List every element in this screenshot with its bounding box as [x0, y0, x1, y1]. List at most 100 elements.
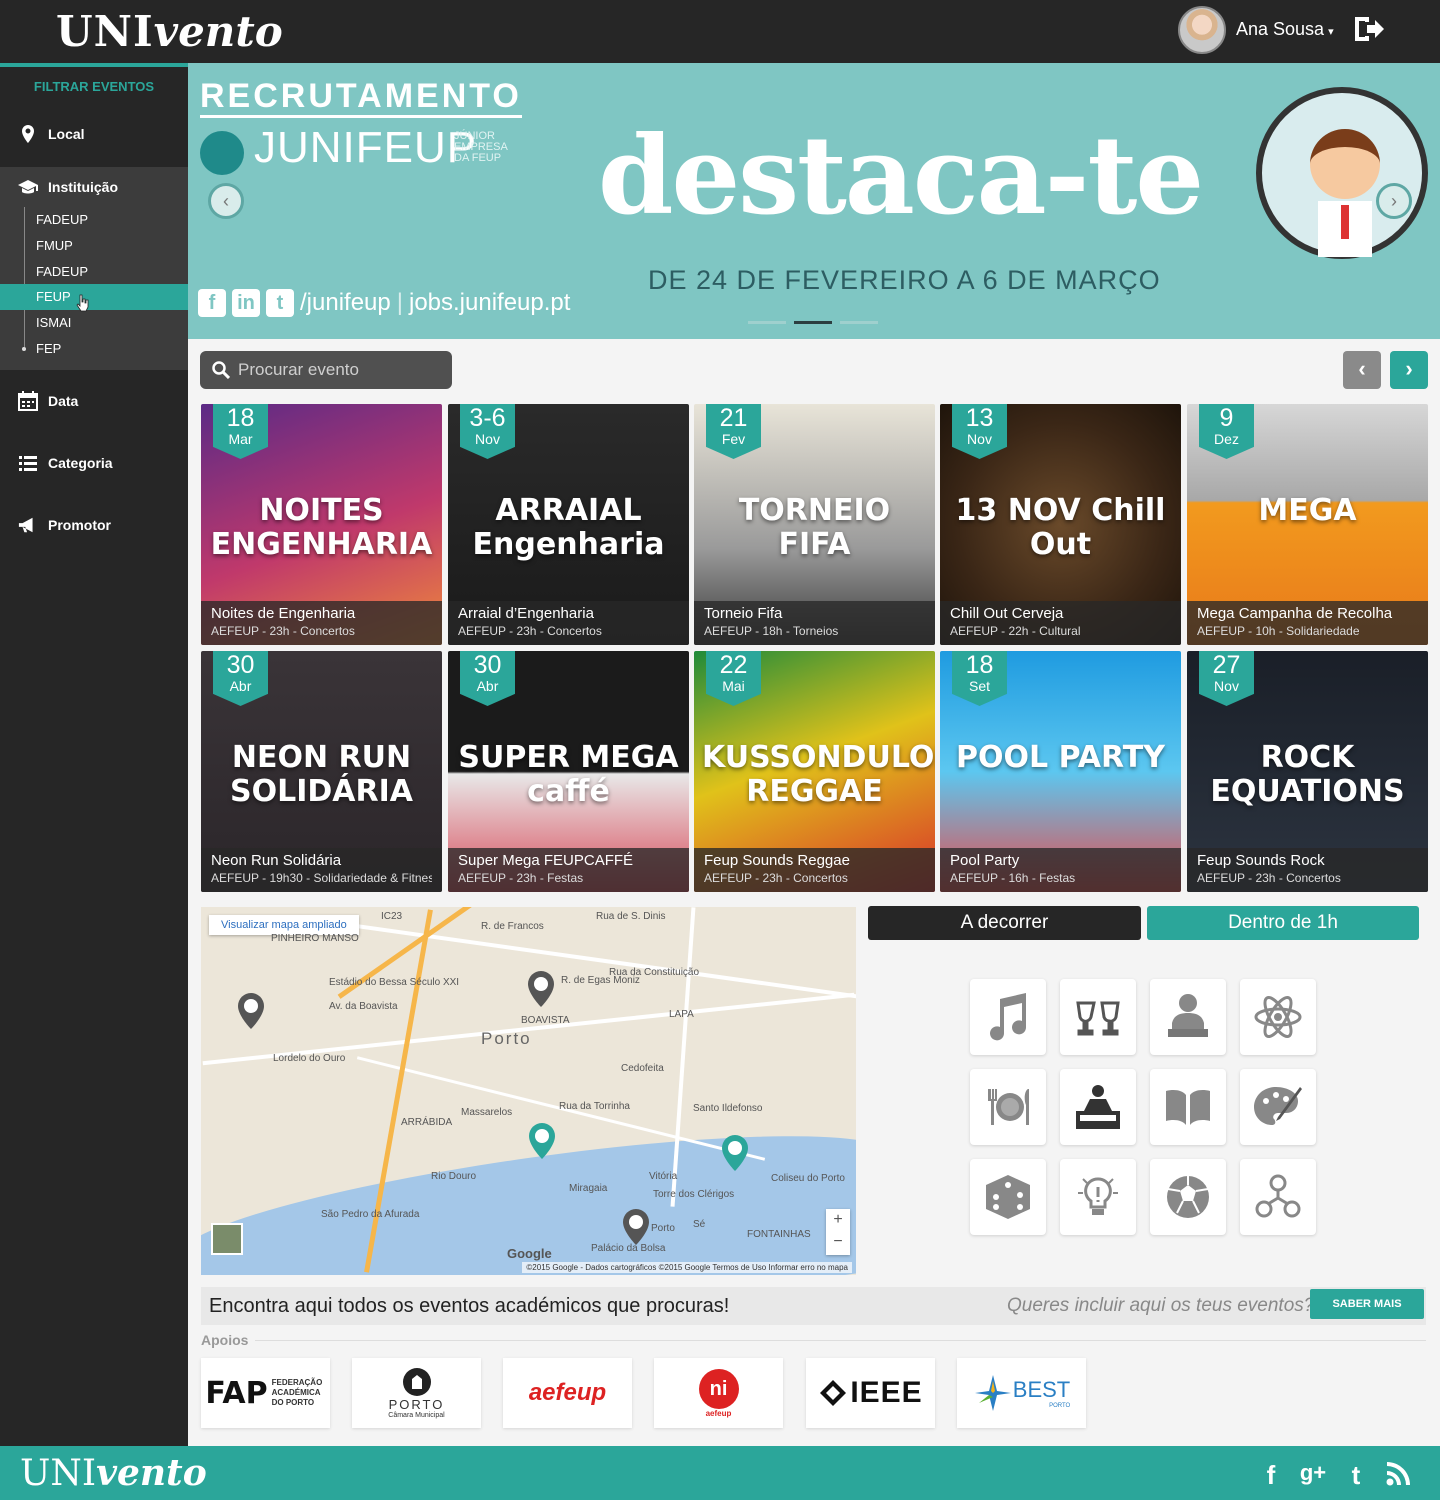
event-title: Super Mega FEUPCAFFÉ: [458, 852, 634, 869]
zoom-out-button[interactable]: −: [826, 1231, 850, 1253]
sidebar-item-label: Promotor: [48, 516, 111, 533]
category-conference[interactable]: [1150, 979, 1226, 1055]
event-card[interactable]: 13 NOV Chill Out 13 Nov Chill Out Cerveja AE…: [940, 404, 1181, 645]
category-art[interactable]: [1240, 1069, 1316, 1145]
sidebar-item-promotor[interactable]: Promotor: [0, 494, 188, 556]
tab-within-hour[interactable]: Dentro de 1h: [1147, 906, 1419, 940]
brand-logo[interactable]: UNIvento: [56, 8, 283, 56]
facebook-icon[interactable]: f: [1256, 1460, 1286, 1491]
institution-item-fadeup-2[interactable]: FADEUP: [0, 259, 188, 285]
chevron-down-icon: ▾: [1328, 26, 1334, 38]
banner-next-button[interactable]: ›: [1376, 183, 1412, 219]
ieee-diamond-icon: [820, 1380, 847, 1406]
sidebar-item-label: Data: [48, 392, 79, 409]
event-poster-title: TORNEIO FIFA: [738, 493, 891, 562]
google-plus-icon[interactable]: g+: [1298, 1460, 1328, 1486]
category-science[interactable]: [1240, 979, 1316, 1055]
institution-item-feup[interactable]: FEUP: [0, 284, 188, 312]
map-pin[interactable]: [237, 993, 265, 1029]
banner-dot-1[interactable]: [748, 321, 786, 324]
banner-pagination: [748, 321, 878, 324]
map-pin[interactable]: [721, 1135, 749, 1171]
event-meta: AEFEUP - 19h30 - Solidariedade & Fitness: [211, 871, 432, 885]
map-enlarge-link[interactable]: Visualizar mapa ampliado: [209, 915, 359, 935]
event-meta: AEFEUP - 23h - Concertos: [211, 624, 355, 638]
category-drinks[interactable]: [1060, 979, 1136, 1055]
user-menu[interactable]: Ana Sousa ▾: [1236, 19, 1334, 40]
event-month: Nov: [475, 431, 500, 447]
sidebar-item-local[interactable]: Local: [0, 103, 188, 165]
search-input[interactable]: [238, 360, 438, 380]
avatar[interactable]: [1178, 6, 1226, 54]
twitter-icon: t: [266, 289, 294, 317]
institution-item-fadeup[interactable]: FADEUP: [0, 207, 188, 233]
category-ideas[interactable]: [1060, 1159, 1136, 1235]
satellite-toggle[interactable]: [211, 1223, 243, 1255]
twitter-icon[interactable]: t: [1341, 1460, 1371, 1491]
map-zoom-control[interactable]: + −: [826, 1209, 850, 1255]
category-food[interactable]: [970, 1069, 1046, 1145]
event-card[interactable]: NOITES ENGENHARIA 18 Mar Noites de Engenhar…: [201, 404, 442, 645]
facebook-icon: f: [198, 289, 226, 317]
rss-icon[interactable]: [1386, 1460, 1412, 1486]
event-month: Dez: [1214, 431, 1239, 447]
event-card[interactable]: NEON RUN SOLIDÁRIA 30 Abr Neon Run Solidári…: [201, 651, 442, 892]
map-label: Rio Douro: [431, 1171, 477, 1182]
banner-dot-3[interactable]: [840, 321, 878, 324]
sponsor-aefeup[interactable]: aefeup: [503, 1358, 632, 1428]
sidebar-item-data[interactable]: Data: [0, 370, 188, 432]
event-card[interactable]: SUPER MEGA caffé 30 Abr Super Mega FEUPCAFF…: [448, 651, 689, 892]
sidebar-item-instituicao[interactable]: Instituição: [0, 167, 188, 207]
learn-more-button[interactable]: SABER MAIS: [1310, 1289, 1424, 1319]
event-poster-title: NOITES ENGENHARIA: [210, 493, 433, 562]
event-meta: AEFEUP - 16h - Festas: [950, 871, 1076, 885]
institution-item-fep[interactable]: FEP: [0, 336, 188, 362]
brand-uni: UNI: [56, 7, 154, 56]
category-music[interactable]: [970, 979, 1046, 1055]
logout-icon[interactable]: [1351, 14, 1385, 44]
event-card[interactable]: MEGA 9 Dez Mega Campanha de Recolha AEFEUP -…: [1187, 404, 1428, 645]
event-card[interactable]: TORNEIO FIFA 21 Fev Torneio Fifa AEFEUP - 18…: [694, 404, 935, 645]
map-pin[interactable]: [622, 1209, 650, 1245]
events-prev-button[interactable]: ‹: [1343, 351, 1381, 389]
ideas-icon: [1078, 1177, 1118, 1215]
megaphone-icon: [18, 517, 33, 533]
event-card[interactable]: ARRAIAL Engenharia 3-6 Nov Arraial d’Engenh…: [448, 404, 689, 645]
event-card[interactable]: ROCK EQUATIONS 27 Nov Feup Sounds Rock AEFEU…: [1187, 651, 1428, 892]
category-games[interactable]: [970, 1159, 1046, 1235]
category-sports[interactable]: [1150, 1159, 1226, 1235]
event-month: Nov: [1214, 678, 1239, 694]
event-card[interactable]: POOL PARTY 18 Set Pool Party AEFEUP - 16h - …: [940, 651, 1181, 892]
footer-brand-logo[interactable]: UNIvento: [20, 1452, 207, 1494]
institution-item-fmup[interactable]: FMUP: [0, 233, 188, 259]
sidebar-item-categoria[interactable]: Categoria: [0, 432, 188, 494]
sponsor-porto[interactable]: PORTO Câmara Municipal: [352, 1358, 481, 1428]
sponsor-porto-name: PORTO: [388, 1397, 445, 1412]
category-network[interactable]: [1240, 1159, 1316, 1235]
tab-ongoing[interactable]: A decorrer: [868, 906, 1141, 940]
sponsor-porto-sub: Câmara Municipal: [388, 1412, 445, 1419]
map-city-label: Porto: [481, 1029, 532, 1048]
map-label: ARRÁBIDA: [401, 1117, 453, 1128]
institution-item-ismai[interactable]: ISMAI: [0, 310, 188, 336]
category-dj[interactable]: [1060, 1069, 1136, 1145]
sponsor-ieee[interactable]: IEEE: [806, 1358, 935, 1428]
event-day: 13: [965, 404, 994, 432]
featured-banner[interactable]: RECRUTAMENTO JUNIFEUP JÚNIOR EMPRESA DA …: [188, 63, 1440, 339]
sponsor-best[interactable]: BEST PORTO: [957, 1358, 1086, 1428]
sponsor-fap[interactable]: FAP FEDERAÇÃO ACADÉMICA DO PORTO: [201, 1358, 330, 1428]
sponsor-ni-aefeup[interactable]: ni aefeup: [654, 1358, 783, 1428]
banner-prev-button[interactable]: ‹: [208, 183, 244, 219]
footer-brand-uni: UNI: [20, 1453, 97, 1494]
event-card[interactable]: KUSSONDULOLA REGGAE 22Mai Feup Sounds Regg…: [694, 651, 935, 892]
institution-label: FEP: [36, 340, 62, 356]
zoom-in-button[interactable]: +: [826, 1209, 850, 1231]
category-books[interactable]: [1150, 1069, 1226, 1145]
map-pin[interactable]: [528, 1123, 556, 1159]
list-icon: [19, 455, 37, 471]
banner-dot-2[interactable]: [794, 321, 832, 324]
events-map[interactable]: Visualizar mapa ampliado Porto R. de Fra…: [201, 907, 856, 1275]
events-next-button[interactable]: ›: [1390, 351, 1428, 389]
map-pin[interactable]: [527, 971, 555, 1007]
porto-emblem-icon: [402, 1368, 431, 1396]
